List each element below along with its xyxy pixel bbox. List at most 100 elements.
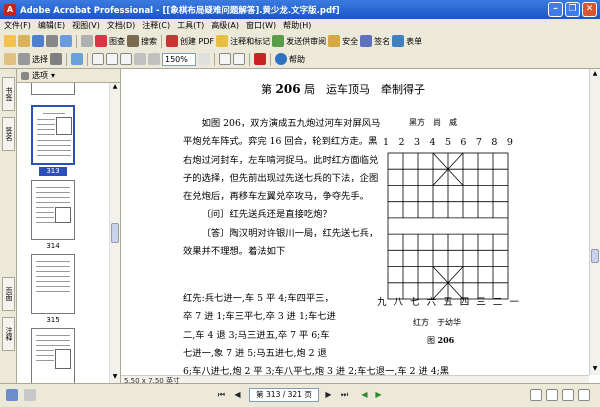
next-page-button[interactable]: ▶	[322, 389, 335, 401]
help-icon[interactable]	[275, 53, 287, 65]
binoculars-icon[interactable]	[127, 35, 139, 47]
stop-icon[interactable]	[95, 35, 107, 47]
scroll-down-icon[interactable]: ▼	[591, 365, 599, 372]
window-controls: – ❐ ✕	[548, 2, 597, 17]
zoom-in-icon[interactable]	[71, 53, 83, 65]
menu-document[interactable]: 文档(D)	[107, 20, 135, 31]
document-vertical-scrollbar[interactable]: ▲ ▼	[589, 69, 600, 375]
separator	[270, 52, 271, 66]
move-line: 6;车八进七,炮 2 平 3;车八平七,炮 3 进 2;车七退一,车 2 进 4…	[183, 366, 450, 375]
scroll-up-icon[interactable]: ▲	[111, 83, 119, 92]
tab-comments[interactable]: 注释	[2, 317, 15, 351]
zoom-dropdown-icon[interactable]	[198, 53, 210, 65]
page-thumbnail[interactable]	[31, 254, 75, 314]
email-icon[interactable]	[60, 35, 72, 47]
page-layout-icon[interactable]	[233, 53, 245, 65]
thumbnail-label: 314	[46, 242, 60, 250]
review-markup-button[interactable]: 注释和标记	[230, 36, 270, 47]
comment-icon[interactable]	[216, 35, 229, 47]
forms-icon[interactable]	[392, 35, 405, 47]
nav-tabs: 书签 签名 页面 注释	[0, 69, 17, 383]
maximize-button[interactable]: ❐	[565, 2, 580, 17]
layers-icon[interactable]	[6, 389, 18, 401]
create-pdf-button[interactable]: 创建 PDF	[180, 36, 214, 47]
menu-edit[interactable]: 编辑(E)	[38, 20, 65, 31]
attachment-panel-icon[interactable]	[24, 389, 36, 401]
continuous-icon[interactable]	[546, 389, 558, 401]
menu-tools[interactable]: 工具(T)	[177, 20, 204, 31]
page-thumbnail-selected[interactable]	[31, 105, 75, 165]
chevron-down-icon[interactable]: ▾	[51, 71, 55, 80]
next-view-button[interactable]: ▶	[372, 389, 385, 401]
y-brand-icon[interactable]	[254, 53, 266, 65]
thumbnail-scrollbar[interactable]: ▲ ▼	[109, 83, 120, 383]
first-page-button[interactable]: ⏮	[215, 389, 228, 401]
status-bar: 5.50 x 7.50 英寸 ⏮ ◀ 第 313 / 321 页 ▶ ⏭ ◀ ▶	[0, 377, 600, 407]
save-icon[interactable]	[32, 35, 44, 47]
scroll-down-icon[interactable]: ▼	[111, 373, 119, 382]
zoom-out-icon[interactable]	[134, 53, 146, 65]
send-review-icon[interactable]	[272, 35, 285, 47]
close-button[interactable]: ✕	[582, 2, 597, 17]
col-label: 7	[475, 137, 482, 148]
page-thumbnail[interactable]	[31, 328, 75, 383]
sign-button[interactable]: 签名	[374, 36, 390, 47]
print-label[interactable]: 图查	[109, 36, 125, 47]
fit-width-icon[interactable]	[120, 53, 132, 65]
menu-comments[interactable]: 注释(C)	[142, 20, 170, 31]
menu-view[interactable]: 视图(V)	[72, 20, 100, 31]
hand-tool-icon[interactable]	[4, 53, 16, 65]
document-horizontal-scrollbar[interactable]	[121, 375, 589, 383]
print-icon[interactable]	[46, 35, 58, 47]
send-review-button[interactable]: 发送供审阅	[286, 36, 326, 47]
panel-close-icon[interactable]	[21, 71, 29, 80]
actual-size-icon[interactable]	[92, 53, 104, 65]
heading-title: 局 运车顶马 牵制得子	[304, 83, 426, 96]
col-label: 3	[413, 137, 421, 148]
search-button[interactable]: 搜索	[141, 36, 157, 47]
menu-file[interactable]: 文件(F)	[4, 20, 31, 31]
minimize-button[interactable]: –	[548, 2, 563, 17]
previous-view-button[interactable]: ◀	[358, 389, 371, 401]
page-number-field[interactable]: 第 313 / 321 页	[249, 388, 319, 402]
tab-pages[interactable]: 页面	[2, 277, 15, 311]
page-thumbnail[interactable]	[31, 180, 75, 240]
lock-icon[interactable]	[328, 35, 341, 47]
previous-page-button[interactable]: ◀	[231, 389, 244, 401]
snapshot-icon[interactable]	[50, 53, 62, 65]
scroll-thumb[interactable]	[111, 223, 119, 243]
separator	[214, 52, 215, 66]
select-cursor-icon[interactable]	[18, 53, 30, 65]
col-label: 一	[509, 297, 519, 308]
organizer-icon[interactable]	[18, 35, 30, 47]
continuous-facing-icon[interactable]	[578, 389, 590, 401]
create-pdf-icon[interactable]	[166, 35, 178, 47]
tab-bookmarks[interactable]: 书签	[2, 77, 15, 111]
window-title: Adobe Acrobat Professional - [[象棋布局疑难问题解…	[20, 5, 340, 16]
menu-advanced[interactable]: 高级(A)	[211, 20, 239, 31]
select-tool-button[interactable]: 选择	[32, 54, 48, 65]
last-page-button[interactable]: ⏭	[338, 389, 351, 401]
caption-number: 206	[437, 335, 455, 345]
page-thumbnail[interactable]	[31, 83, 75, 95]
fit-page-icon[interactable]	[106, 53, 118, 65]
col-label: 9	[506, 137, 513, 148]
open-folder-icon[interactable]	[4, 35, 16, 47]
pen-icon[interactable]	[360, 35, 373, 47]
col-label: 4	[429, 137, 436, 148]
forms-button[interactable]: 表单	[406, 36, 422, 47]
secure-button[interactable]: 安全	[342, 36, 358, 47]
zoom-level-field[interactable]: 150%	[162, 52, 196, 66]
rotate-icon[interactable]	[219, 53, 231, 65]
zoom-in-small-icon[interactable]	[148, 53, 160, 65]
scroll-up-icon[interactable]: ▲	[591, 70, 599, 77]
tab-signatures[interactable]: 签名	[2, 117, 15, 151]
facing-icon[interactable]	[562, 389, 574, 401]
menu-help[interactable]: 帮助(H)	[283, 20, 311, 31]
scroll-thumb[interactable]	[591, 249, 599, 263]
single-page-icon[interactable]	[530, 389, 542, 401]
menu-window[interactable]: 窗口(W)	[246, 20, 276, 31]
attach-icon[interactable]	[81, 35, 93, 47]
help-button[interactable]: 帮助	[289, 54, 305, 65]
options-menu-button[interactable]: 选项	[32, 70, 48, 81]
